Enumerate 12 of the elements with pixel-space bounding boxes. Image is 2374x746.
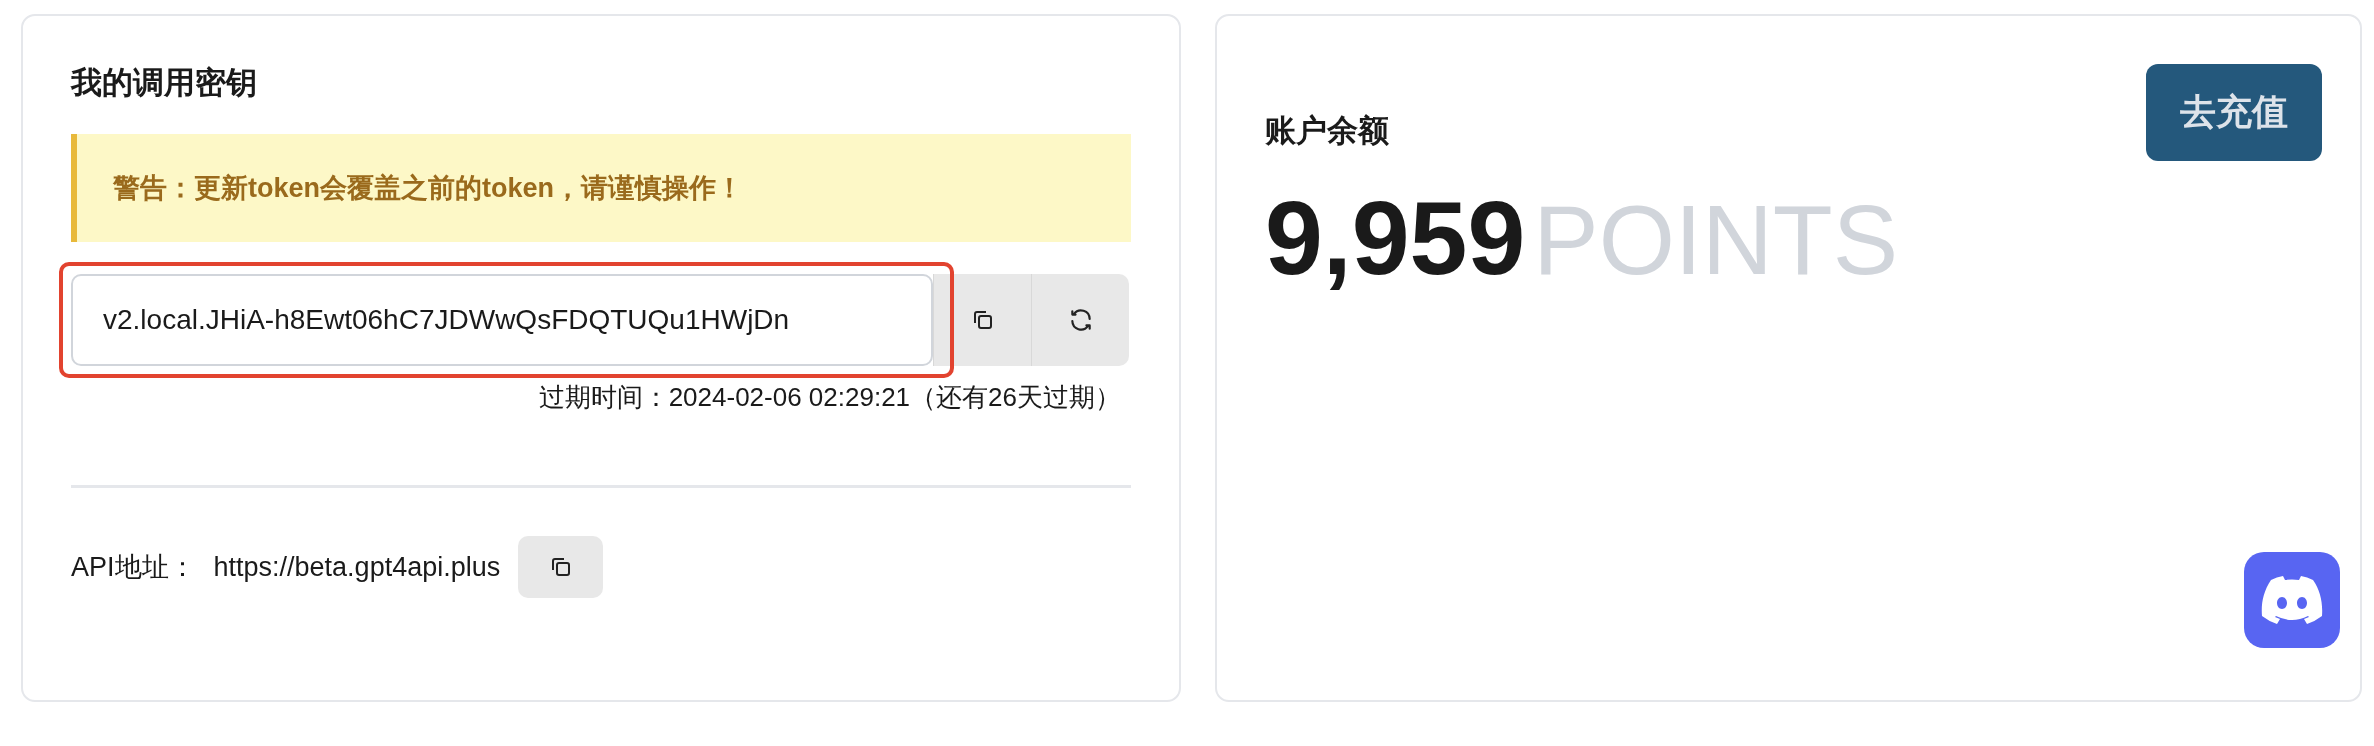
warning-banner: 警告：更新token会覆盖之前的token，请谨慎操作！ — [71, 134, 1131, 242]
recharge-button[interactable]: 去充值 — [2146, 64, 2322, 161]
token-field[interactable]: v2.local.JHiA-h8Ewt06hC7JDWwQsFDQTUQu1HWjDn — [71, 274, 933, 366]
expiry-text: 过期时间：2024-02-06 02:29:21（还有26天过期） — [538, 381, 1121, 414]
copy-button[interactable] — [518, 536, 604, 598]
card-title: 账户余额 — [1265, 112, 1389, 150]
api-url: https://beta.gpt4api.plus — [213, 551, 501, 583]
game-controller-icon — [2261, 576, 2323, 624]
api-label: API地址： — [71, 551, 196, 584]
balance-amount: 9,959 — [1265, 179, 1526, 298]
chat-button[interactable] — [2244, 552, 2340, 648]
card-title: 我的调用密钥 — [71, 64, 258, 102]
